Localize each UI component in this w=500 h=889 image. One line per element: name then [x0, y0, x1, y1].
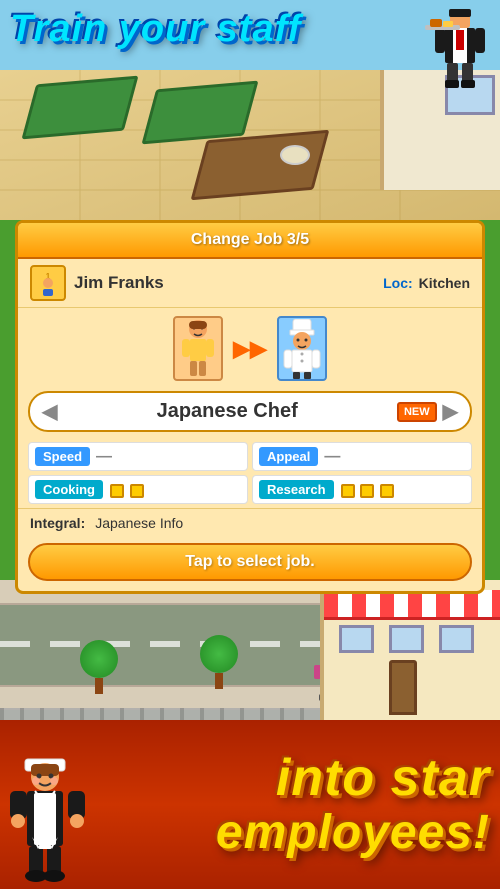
employee-row: 1 Jim Franks Loc: Kitchen	[18, 259, 482, 308]
speed-value: —	[96, 448, 112, 466]
tap-select-label: Tap to select job.	[185, 553, 315, 570]
street-area	[0, 580, 500, 730]
speed-stat: Speed —	[28, 442, 248, 471]
job-prev-button[interactable]: ◀	[42, 399, 57, 424]
tree-2	[200, 635, 238, 689]
cooking-label: Cooking	[35, 480, 103, 499]
appeal-label: Appeal	[259, 447, 318, 466]
appeal-value: —	[324, 448, 340, 466]
top-game-scene: Train your staff	[0, 0, 500, 220]
research-label: Research	[259, 480, 334, 499]
character-before	[173, 316, 223, 381]
tree-1	[80, 640, 118, 694]
bottom-text-container: into star employees!	[216, 750, 490, 860]
door	[389, 660, 417, 715]
window-3	[439, 625, 474, 653]
window-1	[339, 625, 374, 653]
new-badge: NEW	[397, 402, 437, 422]
appeal-stat: Appeal —	[252, 442, 472, 471]
character-transform-row: ▶▶	[18, 308, 482, 385]
plate	[280, 145, 310, 165]
table-1	[21, 76, 138, 140]
employee-icon: 1	[30, 265, 66, 301]
waiter-character	[425, 5, 495, 95]
integral-row: Integral: Japanese Info	[18, 508, 482, 537]
building-right	[320, 580, 500, 730]
integral-label: Integral:	[30, 515, 85, 531]
stats-grid: Speed — Appeal — Cooking Research	[18, 438, 482, 508]
job-name-label: Japanese Chef	[57, 400, 397, 423]
research-icons	[340, 481, 396, 497]
integral-value: Japanese Info	[95, 515, 183, 531]
job-next-button[interactable]: ▶	[443, 399, 458, 424]
top-title: Train your staff	[10, 8, 301, 51]
speed-label: Speed	[35, 447, 90, 466]
character-after	[277, 316, 327, 381]
loc-label: Loc:	[383, 275, 413, 291]
table-3	[191, 130, 330, 200]
cooking-icons	[109, 481, 145, 497]
bottom-title-line2: employees!	[216, 807, 490, 860]
employee-name: Jim Franks	[74, 273, 383, 293]
awning	[324, 590, 500, 620]
bottom-title-line1: into star	[216, 750, 490, 807]
transform-arrow: ▶▶	[233, 336, 267, 362]
tap-select-button[interactable]: Tap to select job.	[28, 543, 472, 581]
bottom-game-scene: into star employees!	[0, 580, 500, 889]
research-stat: Research	[252, 475, 472, 504]
job-selector[interactable]: ◀ Japanese Chef NEW ▶	[28, 391, 472, 432]
table-2	[141, 81, 258, 145]
cooking-stat: Cooking	[28, 475, 248, 504]
change-job-dialog: Change Job 3/5 1 Jim Franks Loc: Kitchen	[15, 220, 485, 594]
dialog-title: Change Job 3/5	[191, 231, 309, 248]
dialog-header: Change Job 3/5	[18, 223, 482, 259]
window-2	[389, 625, 424, 653]
bottom-banner: into star employees!	[0, 720, 500, 889]
loc-value: Kitchen	[419, 275, 470, 291]
bottom-character	[0, 749, 95, 889]
